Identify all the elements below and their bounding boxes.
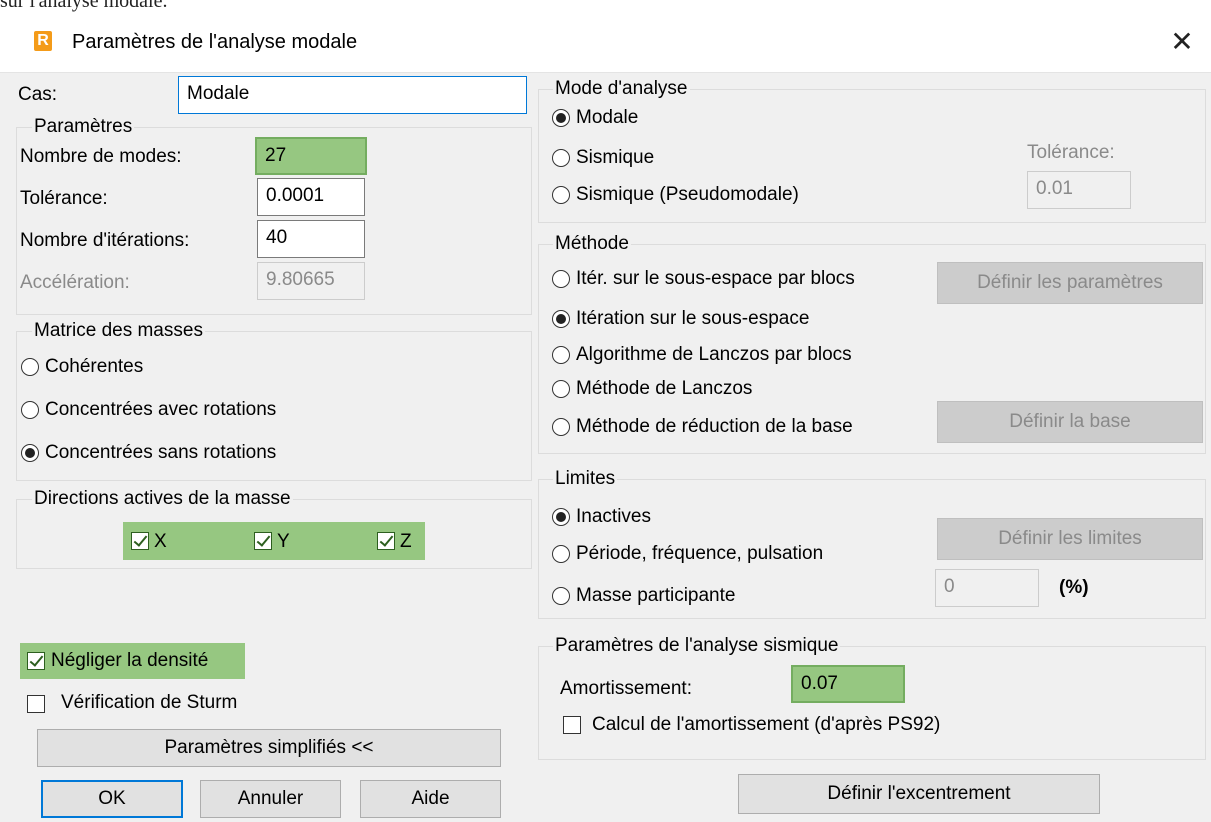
modes-label: Nombre de modes: — [20, 146, 182, 167]
iterations-label: Nombre d'itérations: — [20, 230, 190, 251]
radio-limits-period[interactable] — [552, 545, 570, 563]
checkbox-sturm[interactable] — [27, 695, 45, 713]
acceleration-label: Accélération: — [20, 272, 130, 293]
background-document-text: sur l'analyse modale. — [0, 0, 1211, 16]
radio-limits-mass-label: Masse participante — [576, 585, 736, 606]
checkbox-direction-y[interactable] — [254, 532, 272, 550]
radio-mode-modal-label: Modale — [576, 107, 639, 128]
direction-y-label: Y — [277, 531, 290, 552]
cancel-button[interactable]: Annuler — [200, 780, 341, 818]
robot-app-icon: R — [34, 31, 52, 51]
method-legend: Méthode — [553, 233, 631, 255]
checkbox-calc-damping[interactable] — [563, 716, 581, 734]
radio-lumped-rotations-label: Concentrées avec rotations — [45, 399, 277, 420]
radio-mode-seismic-label: Sismique — [576, 147, 655, 168]
tolerance-label: Tolérance: — [20, 188, 108, 209]
simplified-params-button[interactable]: Paramètres simplifiés << — [37, 729, 501, 767]
radio-mode-pseudomodal[interactable] — [552, 186, 570, 204]
tolerance-input[interactable]: 0.0001 — [257, 178, 365, 216]
direction-z-label: Z — [400, 531, 412, 552]
checkbox-direction-z[interactable] — [377, 532, 395, 550]
percent-unit-label: (%) — [1059, 577, 1089, 598]
direction-x-label: X — [154, 531, 167, 552]
radio-method-lanczos[interactable] — [552, 380, 570, 398]
define-limits-button: Définir les limites — [937, 518, 1203, 560]
iterations-input[interactable]: 40 — [257, 220, 365, 258]
radio-limits-inactive-label: Inactives — [576, 506, 651, 527]
radio-method-block-lanczos[interactable] — [552, 346, 570, 364]
radio-mode-pseudomodal-label: Sismique (Pseudomodale) — [576, 184, 799, 205]
seismic-params-legend: Paramètres de l'analyse sismique — [553, 635, 841, 657]
radio-mode-seismic[interactable] — [552, 149, 570, 167]
help-button[interactable]: Aide — [360, 780, 501, 818]
ok-button[interactable]: OK — [41, 780, 183, 818]
seismic-tolerance-input: 0.01 — [1027, 171, 1131, 209]
radio-lumped-rotations[interactable] — [21, 401, 39, 419]
radio-method-block-subspace-label: Itér. sur le sous-espace par blocs — [576, 268, 855, 289]
seismic-params-group — [538, 646, 1206, 760]
sturm-label: Vérification de Sturm — [61, 692, 238, 713]
acceleration-input: 9.80665 — [257, 262, 365, 300]
radio-mode-modal[interactable] — [552, 109, 570, 127]
radio-coherent[interactable] — [21, 358, 39, 376]
case-input[interactable]: Modale — [178, 76, 527, 114]
neglect-density-label: Négliger la densité — [51, 650, 209, 671]
define-base-button: Définir la base — [937, 401, 1203, 443]
define-eccentricity-button[interactable]: Définir l'excentrement — [738, 774, 1100, 814]
radio-method-subspace[interactable] — [552, 310, 570, 328]
close-icon[interactable]: ✕ — [1162, 24, 1202, 60]
radio-coherent-label: Cohérentes — [45, 356, 144, 377]
participating-mass-input: 0 — [935, 569, 1039, 607]
modes-input[interactable]: 27 — [255, 137, 367, 175]
radio-method-base-reduction-label: Méthode de réduction de la base — [576, 416, 853, 437]
radio-limits-mass[interactable] — [552, 587, 570, 605]
dialog-title: Paramètres de l'analyse modale — [72, 31, 358, 53]
checkbox-neglect-density[interactable] — [27, 652, 45, 670]
checkbox-direction-x[interactable] — [131, 532, 149, 550]
mass-directions-legend: Directions actives de la masse — [32, 488, 293, 510]
parameters-legend: Paramètres — [32, 116, 135, 138]
radio-limits-period-label: Période, fréquence, pulsation — [576, 543, 824, 564]
analysis-mode-legend: Mode d'analyse — [553, 78, 690, 100]
radio-method-base-reduction[interactable] — [552, 418, 570, 436]
calc-damping-label: Calcul de l'amortissement (d'après PS92) — [592, 714, 941, 735]
damping-input[interactable]: 0.07 — [791, 665, 905, 703]
radio-limits-inactive[interactable] — [552, 508, 570, 526]
radio-method-block-lanczos-label: Algorithme de Lanczos par blocs — [576, 344, 852, 365]
seismic-tolerance-label: Tolérance: — [1027, 142, 1115, 163]
define-parameters-button: Définir les paramètres — [937, 262, 1203, 304]
damping-label: Amortissement: — [560, 678, 692, 699]
case-label: Cas: — [18, 84, 58, 105]
radio-method-subspace-label: Itération sur le sous-espace — [576, 308, 810, 329]
limits-legend: Limites — [553, 468, 618, 490]
radio-method-block-subspace[interactable] — [552, 270, 570, 288]
radio-method-lanczos-label: Méthode de Lanczos — [576, 378, 753, 399]
radio-lumped-no-rotations[interactable] — [21, 444, 39, 462]
radio-lumped-no-rotations-label: Concentrées sans rotations — [45, 442, 277, 463]
mass-matrix-legend: Matrice des masses — [32, 320, 205, 342]
